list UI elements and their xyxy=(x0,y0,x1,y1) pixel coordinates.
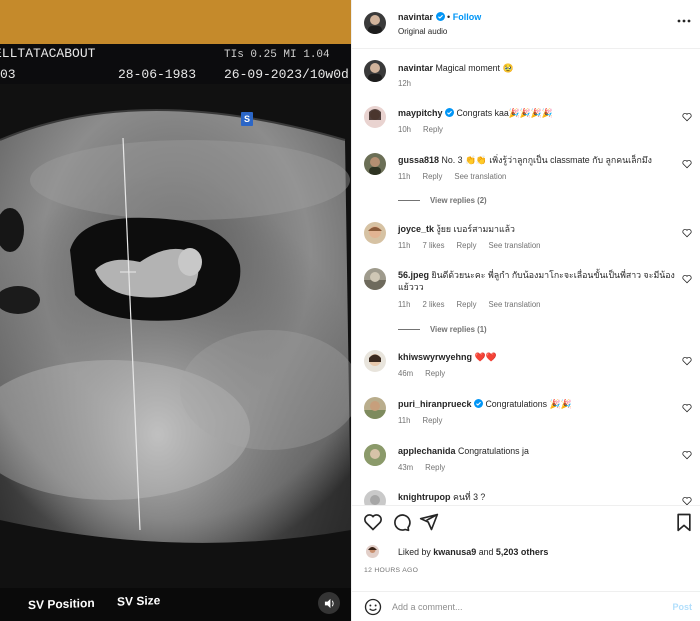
commenter-avatar[interactable] xyxy=(364,222,386,244)
commenter-avatar[interactable] xyxy=(364,268,386,290)
reply-button[interactable]: Reply xyxy=(422,416,442,425)
liked-by-user[interactable]: kwanusa9 xyxy=(433,547,476,557)
liked-by-prefix: Liked by xyxy=(398,547,431,557)
share-icon[interactable] xyxy=(419,512,439,532)
see-translation-link[interactable]: See translation xyxy=(488,300,540,309)
comments-list[interactable]: navintar Magical moment 🥹 12h maypitchy … xyxy=(352,49,700,505)
comment-time: 46m xyxy=(398,369,414,378)
comment-text: ❤️❤️ xyxy=(474,352,497,362)
comment-time: 43m xyxy=(398,463,414,472)
comment-username[interactable]: khiwswyrwyehng xyxy=(398,352,472,362)
comment-text: No. 3 👏👏 เพิ่งรู้ว่าลูกกูเป็น classmate … xyxy=(441,155,652,165)
comment-input[interactable]: Add a comment... xyxy=(392,602,463,612)
bookmark-icon[interactable] xyxy=(674,512,694,532)
comment-text: Congratulations 🎉🎉 xyxy=(485,399,572,409)
heart-icon[interactable] xyxy=(682,159,692,169)
comment-likes[interactable]: 7 likes xyxy=(422,241,444,250)
comment-username[interactable]: puri_hiranprueck xyxy=(398,399,472,409)
heart-icon[interactable] xyxy=(682,403,692,413)
post-header: navintar • Follow Original audio xyxy=(352,0,700,49)
sv-position-label: SV Position xyxy=(28,595,95,613)
caption-text: Magical moment 🥹 xyxy=(435,63,514,73)
commenter-avatar[interactable] xyxy=(364,153,386,175)
heart-icon[interactable] xyxy=(682,496,692,505)
see-translation-link[interactable]: See translation xyxy=(454,172,506,181)
comment-composer: Add a comment... Post xyxy=(352,591,700,621)
comment-icon[interactable] xyxy=(391,512,411,532)
reply-button[interactable]: Reply xyxy=(425,369,445,378)
heart-icon[interactable] xyxy=(682,356,692,366)
reply-button[interactable]: Reply xyxy=(457,241,477,250)
comment-time: 11h xyxy=(398,241,411,250)
comment-text: คนที่ 3 ? xyxy=(452,492,486,502)
audio-icon[interactable] xyxy=(318,592,340,614)
exam-date: 26-09-2023/10w0d xyxy=(224,67,349,82)
heart-icon[interactable] xyxy=(682,228,692,238)
view-replies-button[interactable]: View replies (2) xyxy=(398,196,487,205)
liked-by-and: and xyxy=(478,547,494,557)
reply-button[interactable]: Reply xyxy=(425,463,445,472)
reply-button[interactable]: Reply xyxy=(423,125,443,134)
comment-text: Congratulations ja xyxy=(457,446,529,456)
comment-time: 11h xyxy=(398,172,411,181)
comment-username[interactable]: gussa818 xyxy=(398,155,439,165)
comment-time: 10h xyxy=(398,125,412,134)
commenter-avatar[interactable] xyxy=(364,444,386,466)
comment-username[interactable]: maypitchy xyxy=(398,108,443,118)
heart-icon[interactable] xyxy=(682,112,692,122)
comment-username[interactable]: applechanida xyxy=(398,446,456,456)
comment-username[interactable]: 56.jpeg xyxy=(398,270,429,280)
liker-avatar[interactable] xyxy=(366,545,379,558)
commenter-avatar[interactable] xyxy=(364,490,386,505)
emoji-icon[interactable] xyxy=(364,598,382,616)
author-avatar[interactable] xyxy=(364,12,386,34)
scan-label-left: ELLTATACABOUT xyxy=(0,46,96,61)
comment-time: 11h xyxy=(398,300,411,309)
view-replies-button[interactable]: View replies (1) xyxy=(398,325,487,334)
follow-button[interactable]: Follow xyxy=(453,12,482,22)
comment-time: 11h xyxy=(398,416,411,425)
author-username[interactable]: navintar xyxy=(398,12,433,22)
sv-size-label: SV Size xyxy=(117,593,161,609)
comment-likes[interactable]: 2 likes xyxy=(422,300,444,309)
verified-icon xyxy=(444,108,454,117)
likes-summary: Liked by kwanusa9 and 5,203 others xyxy=(398,547,548,557)
verified-icon xyxy=(473,399,483,408)
post-media[interactable]: ELLTATACABOUT 03 28-06-1983 TIs 0.25 MI … xyxy=(0,0,351,621)
reply-button[interactable]: Reply xyxy=(422,172,442,181)
reply-button[interactable]: Reply xyxy=(457,300,477,309)
ultrasound-image xyxy=(0,109,351,543)
comment-text: งู้ยย เบอร์สามมาแล้ว xyxy=(436,224,515,234)
audio-label[interactable]: Original audio xyxy=(398,27,447,36)
post-comment-button[interactable]: Post xyxy=(672,602,692,612)
author-avatar[interactable] xyxy=(364,60,386,82)
caption-time: 12h xyxy=(398,79,412,88)
birth-date: 28-06-1983 xyxy=(118,67,197,82)
post-sidebar: navintar • Follow Original audio navinta… xyxy=(351,0,700,621)
commenter-avatar[interactable] xyxy=(364,397,386,419)
likes-count[interactable]: 5,203 others xyxy=(496,547,549,557)
scan-marker: S xyxy=(241,112,253,126)
comment-username[interactable]: knightrupop xyxy=(398,492,451,502)
caption-username[interactable]: navintar xyxy=(398,63,433,73)
heart-icon[interactable] xyxy=(363,512,383,532)
commenter-avatar[interactable] xyxy=(364,350,386,372)
comment-text: ยินดีด้วยนะคะ พี่ลูกำ กับน้องมาโกะจะเลื่… xyxy=(398,270,675,292)
verified-icon xyxy=(435,12,445,21)
more-icon[interactable] xyxy=(677,15,691,25)
comment-username[interactable]: joyce_tk xyxy=(398,224,434,234)
comment-text: Congrats kaa🎉🎉🎉🎉 xyxy=(456,108,553,118)
scan-id: 03 xyxy=(0,67,16,82)
commenter-avatar[interactable] xyxy=(364,106,386,128)
post-timestamp[interactable]: 12 HOURS AGO xyxy=(364,567,418,574)
see-translation-link[interactable]: See translation xyxy=(488,241,540,250)
heart-icon[interactable] xyxy=(682,274,692,284)
heart-icon[interactable] xyxy=(682,450,692,460)
ti-label: TIs 0.25 MI 1.04 xyxy=(224,49,330,61)
